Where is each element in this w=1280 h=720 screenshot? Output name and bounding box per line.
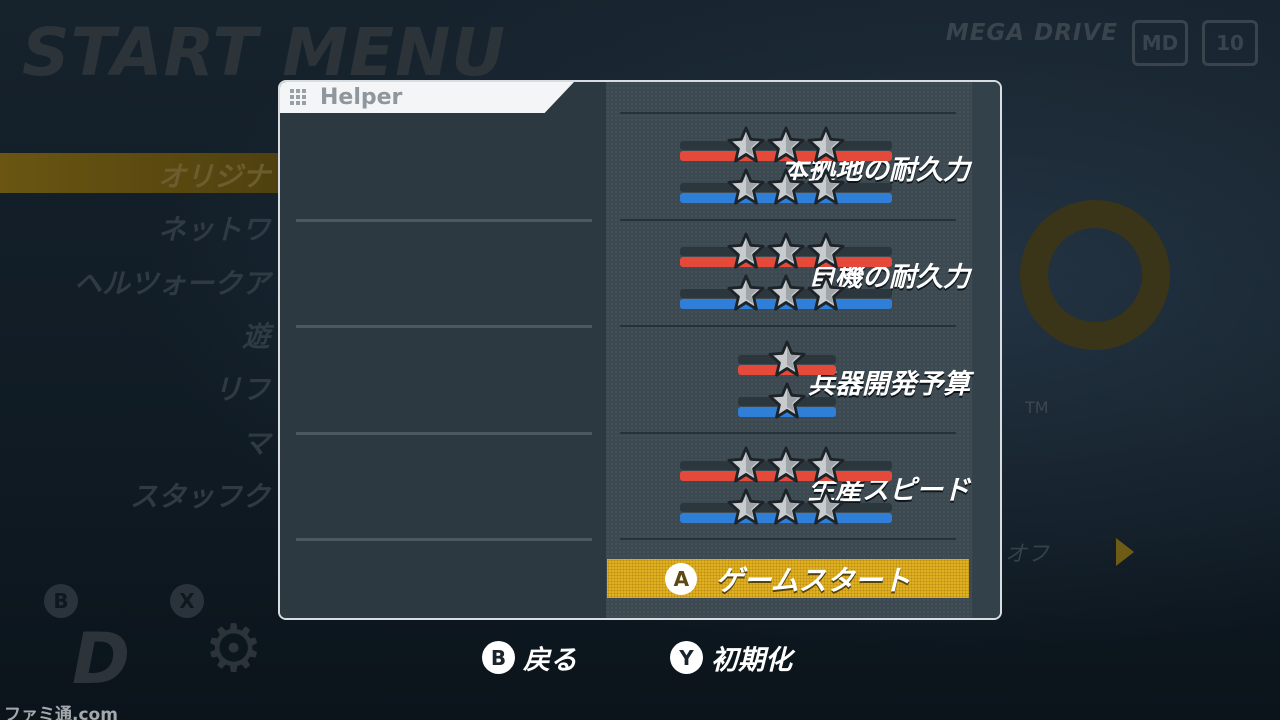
star-icon	[767, 488, 805, 525]
x-button-icon: X	[170, 584, 204, 618]
star-icon	[727, 446, 765, 483]
game-start-label: ゲームスタート	[715, 563, 911, 597]
rating-base-durability-p1	[680, 126, 892, 166]
row-divider	[296, 325, 592, 328]
gear-icon: ⚙	[204, 610, 264, 687]
row-divider	[620, 325, 956, 327]
menu-item-manual: マ	[241, 427, 270, 460]
star-icon	[768, 340, 806, 377]
game-logo-decoration	[1020, 200, 1170, 350]
option-off-text: オフ	[1005, 542, 1050, 567]
mega-drive-brand: MEGA DRIVE	[945, 20, 1118, 46]
helper-dialog: Helper 本拠地の耐久力 自機の耐久力 兵器開発予算 生産スピード A ゲー…	[278, 80, 1002, 620]
star-icon	[727, 126, 765, 163]
b-button-icon: B	[482, 641, 515, 674]
helper-title: Helper	[320, 85, 403, 110]
reset-label: 初期化	[711, 645, 792, 676]
menu-item-staff: スタッフク	[129, 480, 270, 513]
d-logo-icon: D	[72, 618, 131, 700]
star-icon	[767, 126, 805, 163]
star-icon	[767, 168, 805, 205]
row-divider	[296, 432, 592, 435]
rating-weapon-budget-p1	[738, 340, 836, 380]
helper-tab: Helper	[280, 82, 574, 113]
rating-weapon-budget-p2	[738, 382, 836, 422]
arrow-right-icon	[1116, 538, 1134, 566]
row-divider	[296, 538, 592, 541]
star-icon	[768, 382, 806, 419]
star-icon	[807, 168, 845, 205]
b-button-icon: B	[44, 584, 78, 618]
mega-drive-logo: MD	[1132, 20, 1188, 66]
reset-prompt[interactable]: Y 初期化	[670, 638, 792, 677]
grid-icon	[290, 88, 308, 107]
star-icon	[807, 232, 845, 269]
row-divider	[620, 219, 956, 221]
menu-item-herzog: ヘルツォークア	[73, 267, 270, 300]
menu-item-original: オリジナ	[157, 160, 270, 193]
star-icon	[807, 126, 845, 163]
star-icon	[767, 446, 805, 483]
star-icon	[807, 274, 845, 311]
star-icon	[767, 274, 805, 311]
rating-base-durability-p2	[680, 168, 892, 208]
row-divider	[620, 538, 956, 540]
back-prompt[interactable]: B 戻る	[482, 638, 577, 677]
menu-item-play: 遊	[241, 320, 270, 353]
a-button-icon: A	[665, 562, 698, 595]
row-divider	[620, 112, 956, 114]
star-icon	[767, 232, 805, 269]
star-icon	[727, 168, 765, 205]
rating-production-speed-p2	[680, 488, 892, 528]
famitsu-watermark: ファミ通.com	[4, 705, 118, 720]
anniversary-logo: 10	[1202, 20, 1258, 66]
menu-item-replay: リフ	[213, 373, 270, 406]
row-divider	[620, 432, 956, 434]
rating-production-speed-p1	[680, 446, 892, 486]
back-label: 戻る	[523, 645, 577, 676]
rating-unit-durability-p2	[680, 274, 892, 314]
dialog-right-strip	[972, 82, 1000, 618]
star-icon	[727, 232, 765, 269]
row-divider	[296, 219, 592, 222]
star-icon	[727, 488, 765, 525]
star-icon	[807, 488, 845, 525]
menu-item-network: ネットワ	[157, 213, 270, 246]
star-icon	[807, 446, 845, 483]
rating-unit-durability-p1	[680, 232, 892, 272]
trademark-mark: TM	[1025, 398, 1049, 417]
y-button-icon: Y	[670, 641, 703, 674]
game-start-button[interactable]: A ゲームスタート	[607, 559, 969, 598]
star-icon	[727, 274, 765, 311]
